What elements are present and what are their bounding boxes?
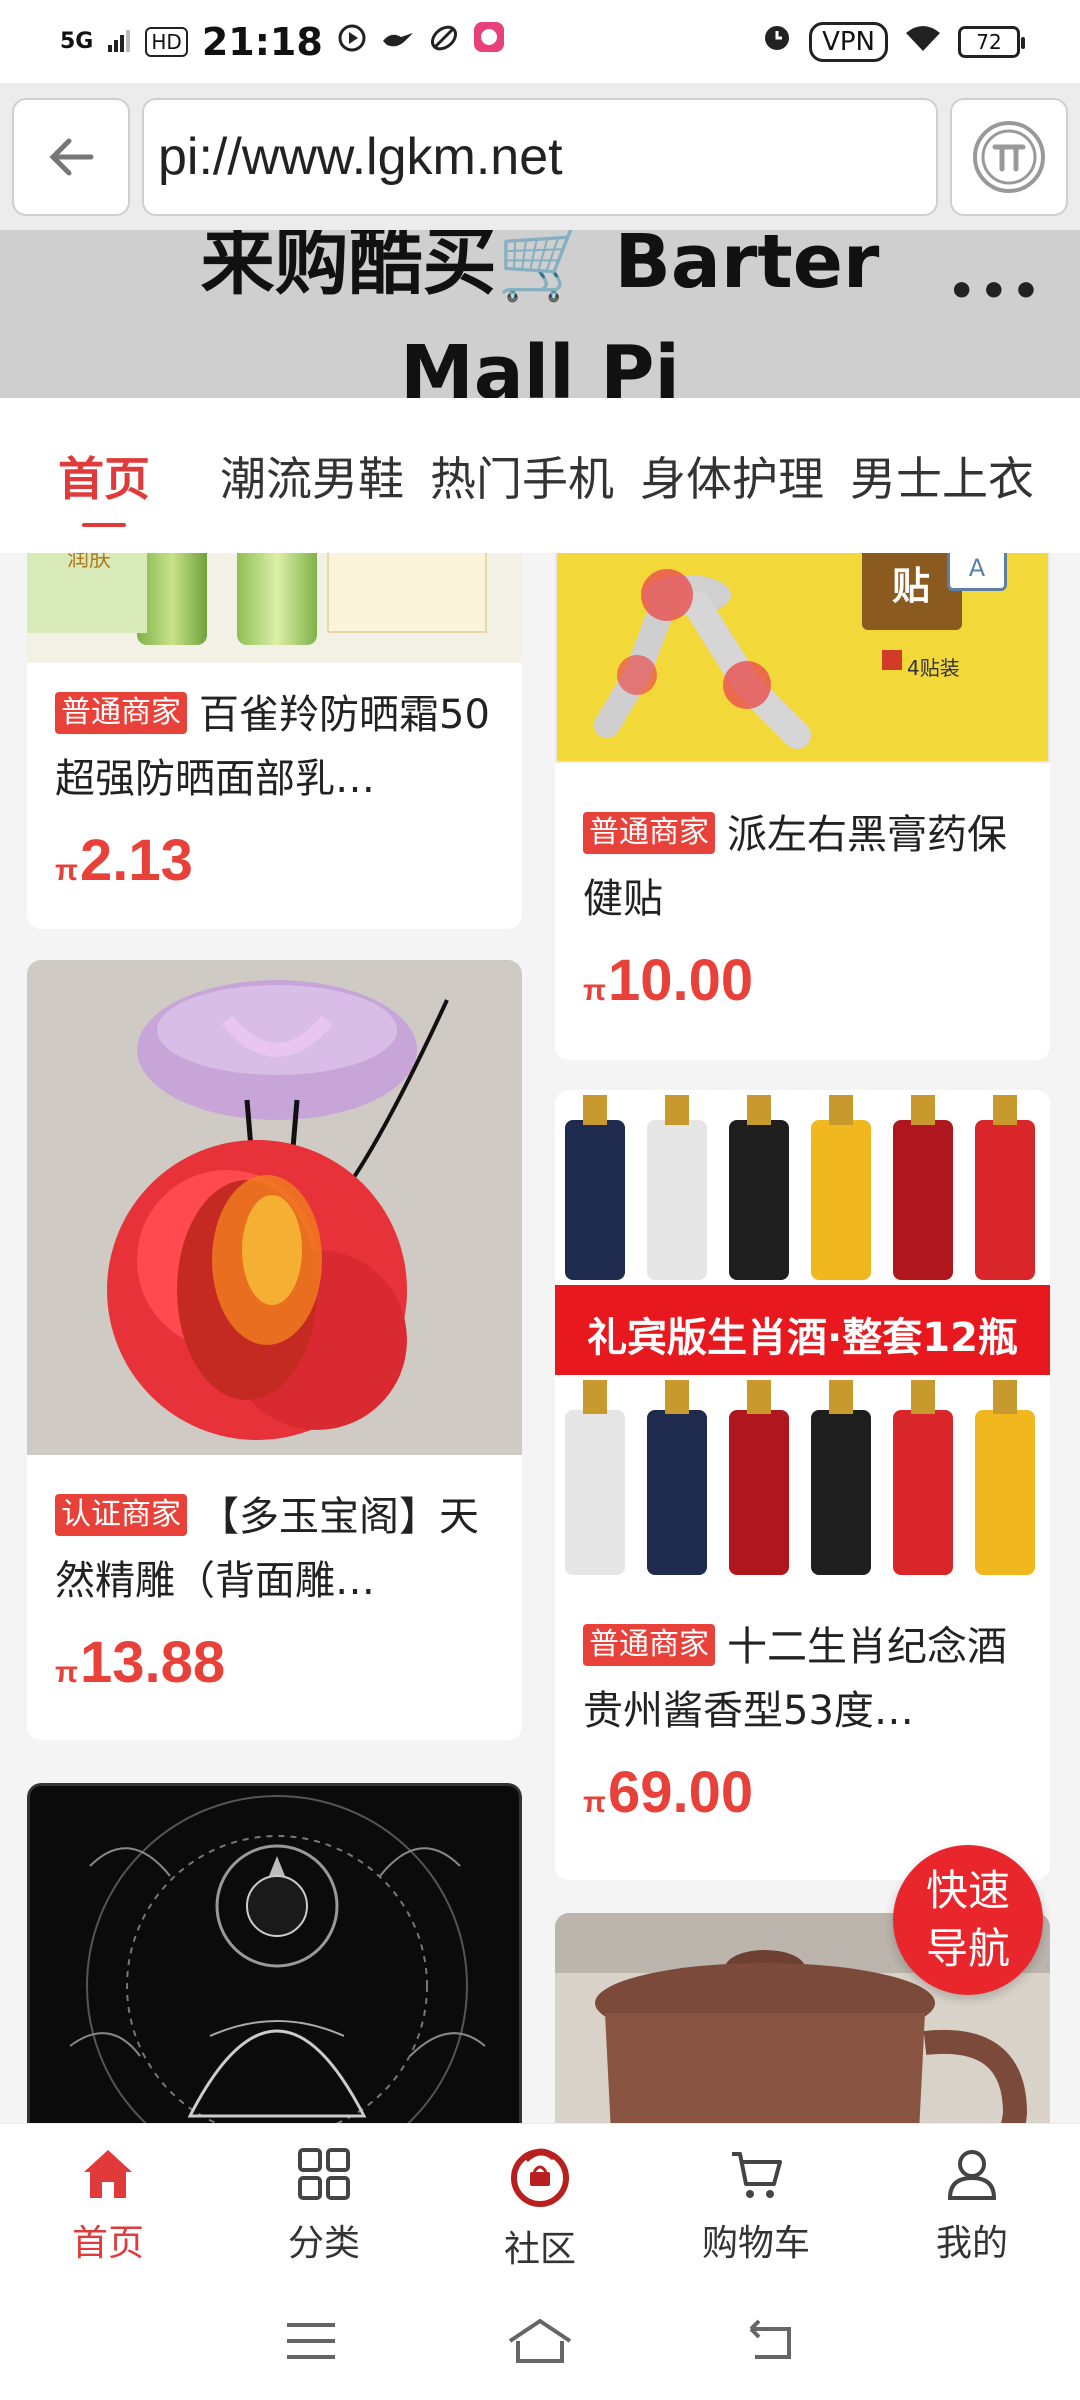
app-icon (473, 21, 505, 62)
product-image (27, 960, 522, 1455)
alarm-icon (761, 21, 793, 62)
site-header: 来购酷买🛒 Barter Mall Pi ••• (0, 230, 1080, 398)
dragon-logo-icon (511, 2147, 569, 2207)
merchant-badge: 认证商家 (55, 1494, 187, 1536)
currency-symbol: π (583, 1786, 606, 1819)
menu-icon[interactable] (283, 2319, 339, 2367)
nav-profile-label: 我的 (935, 2222, 1008, 2264)
nav-cart-label: 购物车 (701, 2222, 810, 2264)
bottom-navigation: 首页 分类 社区 购物车 我的 (0, 2123, 1080, 2285)
buddha-illustration (69, 1795, 486, 2123)
signal-icon (107, 22, 131, 62)
grid-icon (298, 2147, 350, 2200)
tab-hot-phones[interactable]: 热门手机 (430, 443, 614, 509)
product-title: 普通商家 十二生肖纪念酒贵州酱香型53度… (583, 1615, 1022, 1743)
nav-home[interactable]: 首页 (0, 2124, 216, 2285)
product-image-text: 润肤 (67, 553, 112, 572)
price-value: 69.00 (607, 1760, 754, 1825)
product-title: 认证商家 【多玉宝阁】天然精雕（背面雕… (55, 1485, 494, 1613)
quick-nav-label-2: 导航 (925, 1924, 1010, 1973)
promo-banner-text: 礼宾版生肖酒·整套12瓶 (587, 1315, 1018, 1361)
vpn-badge: VPN (809, 21, 888, 62)
back-button[interactable] (12, 97, 130, 216)
home-icon (84, 2149, 132, 2198)
hd-badge: HD (145, 26, 188, 57)
product-price: π10.00 (583, 947, 1022, 1014)
pi-logo-icon (973, 120, 1045, 193)
leaf-icon (429, 22, 459, 62)
product-title: 普通商家 派左右黑膏药保健贴 (583, 803, 1022, 931)
browser-toolbar: pi://www.lgkm.net (0, 83, 1080, 230)
product-image: 贴 4贴装 A (555, 553, 1050, 763)
user-icon (947, 2149, 997, 2200)
url-field[interactable]: pi://www.lgkm.net (142, 97, 938, 216)
arrow-left-icon (49, 138, 94, 175)
system-navigation (0, 2285, 1080, 2400)
more-menu-button[interactable]: ••• (948, 266, 1044, 317)
product-title: 普通商家 百雀羚防晒霜50超强防晒面部乳… (55, 683, 494, 811)
product-price: π69.00 (583, 1759, 1022, 1826)
product-price: π13.88 (55, 1629, 494, 1696)
network-indicator: 5G (60, 29, 94, 54)
product-image: 润肤 (27, 553, 522, 663)
product-card[interactable]: 润肤 普通商家 百雀羚防晒霜50超强防晒面部乳… π2.13 (27, 553, 522, 929)
merchant-badge: 普通商家 (55, 692, 187, 734)
pendant-illustration (107, 980, 449, 1440)
nav-profile[interactable]: 我的 (864, 2124, 1080, 2285)
nav-community-label: 社区 (503, 2228, 576, 2270)
play-icon (337, 22, 367, 62)
translate-icon[interactable]: A (947, 553, 1007, 591)
status-bar: 5G HD 21:18 VPN 72 (0, 0, 1080, 83)
quick-nav-label-1: 快速 (925, 1866, 1010, 1915)
price-value: 2.13 (79, 828, 193, 893)
quick-nav-button[interactable]: 快速 导航 (893, 1845, 1043, 1995)
product-image: 礼宾版生肖酒·整套12瓶 (555, 1090, 1050, 1585)
tab-mens-tops[interactable]: 男士上衣 (850, 443, 1034, 509)
product-card[interactable]: 认证商家 【多玉宝阁】天然精雕（背面雕… π13.88 (27, 960, 522, 1740)
category-tabs: 首页 潮流男鞋 热门手机 身体护理 男士上衣 (0, 398, 1080, 553)
tab-body-care[interactable]: 身体护理 (640, 443, 824, 509)
tab-home[interactable]: 首页 (58, 443, 150, 509)
nav-community[interactable]: 社区 (432, 2124, 648, 2285)
pi-browser-button[interactable] (950, 97, 1068, 216)
nav-category-label: 分类 (287, 2222, 360, 2264)
merchant-badge: 普通商家 (583, 812, 715, 854)
product-card[interactable]: 礼宾版生肖酒·整套12瓶 普通商家 十二生肖纪念酒贵州酱香型53度… π69.00 (555, 1090, 1050, 1880)
product-card[interactable]: 贴 4贴装 A 普通商家 派左右黑膏药保健贴 π10.00 (555, 553, 1050, 1060)
pack-count-label: 4贴装 (907, 656, 960, 680)
wifi-icon (904, 22, 942, 62)
merchant-badge: 普通商家 (583, 1624, 715, 1666)
currency-symbol: π (583, 974, 606, 1007)
nav-home-label: 首页 (71, 2222, 144, 2264)
currency-symbol: π (55, 1656, 78, 1689)
price-value: 10.00 (607, 948, 754, 1013)
cart-icon (732, 2151, 782, 2198)
tab-trend-shoes[interactable]: 潮流男鞋 (220, 443, 404, 509)
price-value: 13.88 (79, 1630, 226, 1695)
battery-indicator: 72 (958, 25, 1025, 58)
home-system-icon[interactable] (504, 2317, 576, 2369)
nav-cart[interactable]: 购物车 (648, 2124, 864, 2285)
site-title-line1: 来购酷买🛒 Barter (200, 230, 880, 305)
clock: 21:18 (201, 19, 323, 64)
product-price: π2.13 (55, 827, 494, 894)
patch-label: 贴 (892, 564, 931, 608)
nav-category[interactable]: 分类 (216, 2124, 432, 2285)
product-card[interactable] (27, 1783, 522, 2123)
product-image (27, 1783, 522, 2123)
currency-symbol: π (55, 854, 78, 887)
site-title-line2: Mall Pi (400, 330, 680, 398)
back-system-icon[interactable] (741, 2319, 797, 2367)
bird-icon (381, 22, 415, 62)
